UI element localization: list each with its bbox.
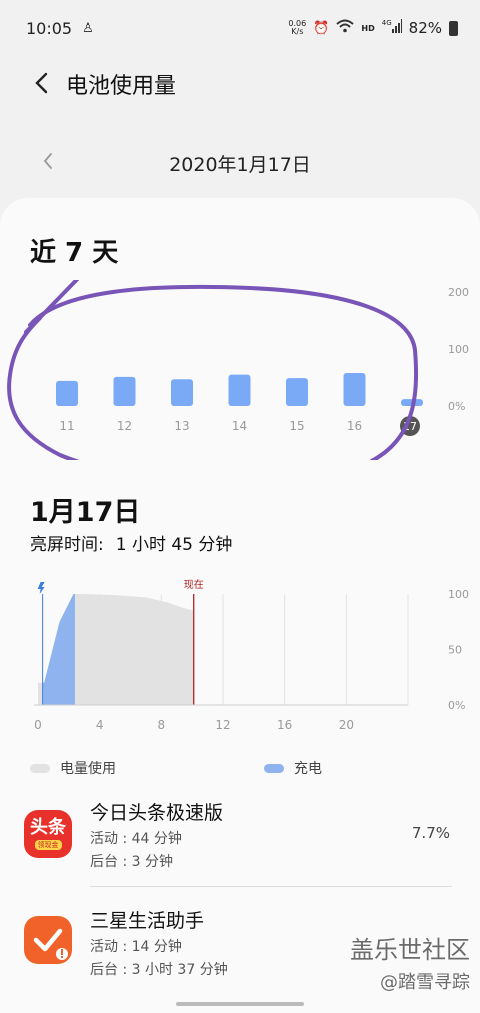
app-percent: 7.7%: [411, 824, 450, 842]
legend-charging-label: 充电: [294, 761, 322, 777]
charging-bolt-icon: [37, 582, 45, 594]
alarm-icon: ⏰: [313, 20, 330, 36]
x-tick-label: 11: [59, 419, 74, 433]
x-tick-label: 12: [215, 718, 230, 732]
toutiao-app-icon: 头条 领现金: [24, 810, 72, 858]
checkmark-app-icon: [24, 916, 72, 964]
net-speed: 0.06 K/s: [288, 19, 307, 36]
date-navigator: 2020年1月17日: [0, 140, 480, 184]
x-tick-label: 12: [117, 419, 132, 433]
now-label: 现在: [184, 579, 204, 591]
x-tick-label: 15: [289, 419, 304, 433]
app-background-time: 后台 : 3 分钟: [90, 854, 173, 870]
divider: [90, 886, 452, 887]
signal-icon: 4G: [382, 19, 402, 37]
legend-charging: 充电: [264, 758, 322, 778]
day-title: 1月17日: [30, 497, 141, 528]
y-tick-label: 200: [448, 286, 469, 299]
watermark-author: @踏雪寻踪: [380, 972, 470, 993]
legend-usage-label: 电量使用: [60, 761, 116, 777]
bar-11: [56, 380, 78, 406]
weekly-usage-chart: 0%10020011 12 13 14 15 16 17: [7, 280, 469, 460]
app-row-toutiao[interactable]: 头条 领现金 今日头条极速版 活动 : 44 分钟 后台 : 3 分钟 7.7%: [0, 790, 480, 890]
charging-area: [42, 594, 75, 705]
y-tick-label: 50: [448, 644, 462, 657]
app-name: 三星生活助手: [90, 910, 205, 932]
app-active-time: 活动 : 14 分钟: [90, 939, 182, 955]
back-arrow-icon[interactable]: [26, 66, 56, 100]
app-background-time: 后台 : 3 小时 37 分钟: [90, 962, 228, 978]
bar-16: [343, 372, 366, 406]
page-title: 电池使用量: [66, 74, 177, 99]
x-tick-label: 16: [347, 419, 362, 433]
y-tick-label: 100: [448, 588, 469, 601]
app-active-time: 活动 : 44 分钟: [90, 831, 182, 847]
legend-usage-swatch: [30, 763, 50, 773]
status-time: 10:05: [26, 18, 73, 38]
net-label: HD: [361, 23, 375, 33]
x-tick-label: 13: [174, 419, 189, 433]
app-bar: 电池使用量: [0, 58, 480, 108]
daily-battery-chart: 现在 0 4 8 12 16 20 0% 50 100: [34, 579, 469, 732]
x-tick-label: 8: [158, 718, 166, 732]
bar-15: [286, 378, 308, 406]
week-title: 近 7 天: [30, 238, 119, 268]
bar-14: [228, 374, 251, 406]
x-tick-label: 16: [277, 718, 292, 732]
legend-usage: 电量使用: [30, 758, 116, 778]
screen-time-value: 1 小时 45 分钟: [115, 535, 233, 555]
y-tick-label: 0%: [448, 699, 465, 712]
x-tick-label: 14: [232, 419, 247, 433]
status-bar: 10:05 ♙ 0.06 K/s ⏰ HD 4G 82%: [0, 0, 480, 56]
selected-date: 2020年1月17日: [169, 154, 311, 176]
y-tick-label: 0%: [448, 400, 465, 413]
y-tick-label: 100: [448, 343, 469, 356]
screen-time: 亮屏时间: 1 小时 45 分钟: [30, 530, 232, 555]
bar-12: [113, 376, 136, 406]
watermark-title: 盖乐世社区: [350, 936, 470, 964]
app-name: 今日头条极速版: [90, 802, 224, 824]
wifi-icon: [336, 19, 355, 37]
legend-charging-swatch: [264, 763, 284, 773]
battery-percent: 82%: [408, 19, 442, 37]
x-tick-label: 0: [34, 718, 42, 732]
x-tick-label: 20: [339, 718, 354, 732]
notification-icon: ♙: [82, 20, 94, 36]
x-tick-label: 4: [96, 718, 104, 732]
bar-13: [171, 379, 193, 406]
chart-legend: 电量使用 充电: [0, 758, 480, 780]
gesture-handle[interactable]: [176, 1002, 304, 1006]
screen-time-label: 亮屏时间:: [30, 535, 104, 555]
battery-icon: [449, 20, 458, 36]
